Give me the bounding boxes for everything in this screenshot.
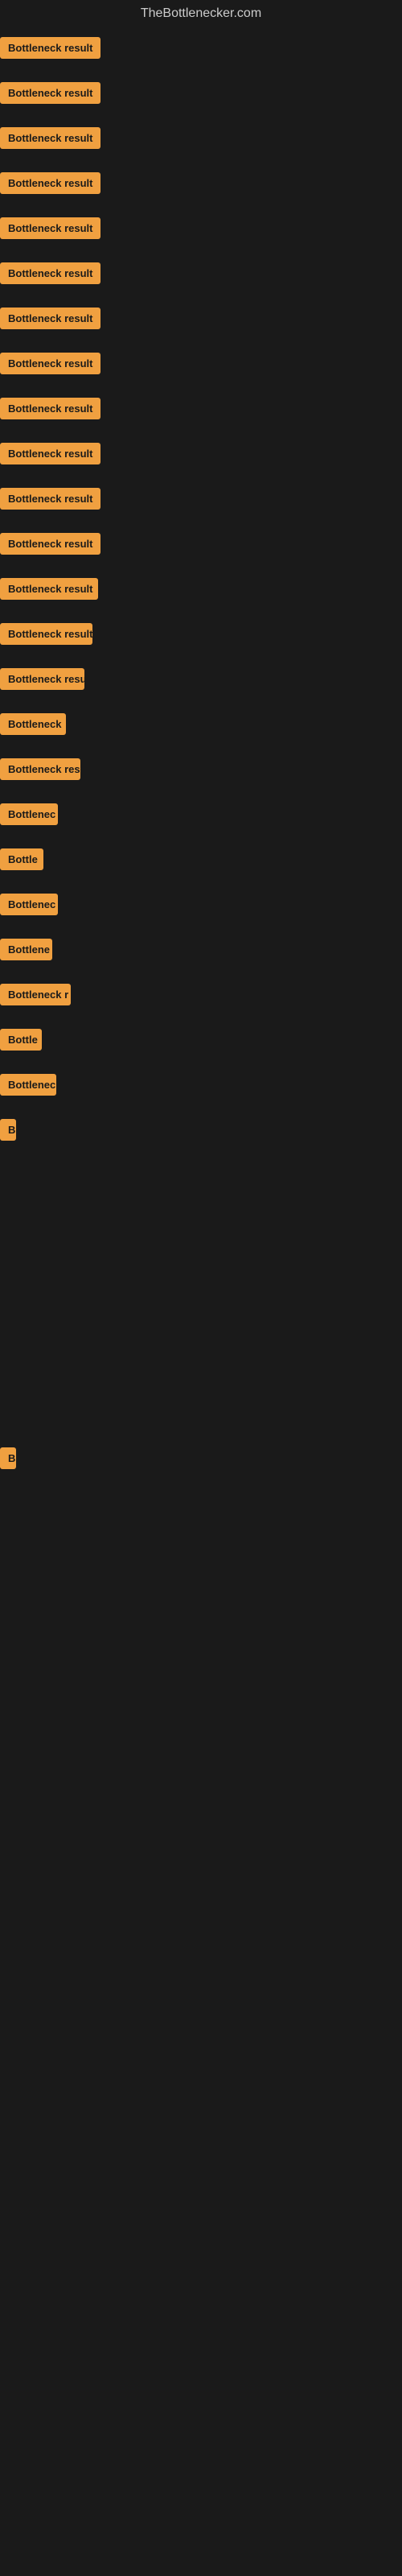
bottleneck-item-9[interactable]: Bottleneck result [0,388,402,433]
bottleneck-item-20[interactable]: Bottlenec [0,884,402,929]
bottleneck-badge-3[interactable]: Bottleneck result [0,127,100,149]
bottleneck-item-11[interactable]: Bottleneck result [0,478,402,523]
bottleneck-badge-2[interactable]: Bottleneck result [0,82,100,104]
bottleneck-badge-16[interactable]: Bottleneck [0,713,66,735]
bottleneck-item-1[interactable]: Bottleneck result [0,27,402,72]
bottleneck-item-21[interactable]: Bottlene [0,929,402,974]
bottleneck-badge-19[interactable]: Bottle [0,848,43,870]
items-container: Bottleneck result Bottleneck result Bottle… [0,27,402,1837]
bottleneck-item-4[interactable]: Bottleneck result [0,163,402,208]
bottleneck-item-17[interactable]: Bottleneck res [0,749,402,794]
bottleneck-item-7[interactable]: Bottleneck result [0,298,402,343]
bottleneck-badge-7[interactable]: Bottleneck result [0,308,100,329]
bottleneck-item-2[interactable]: Bottleneck result [0,72,402,118]
bottleneck-item-15[interactable]: Bottleneck resu [0,658,402,704]
bottleneck-item-31 [0,1483,402,1554]
bottleneck-badge-9[interactable]: Bottleneck result [0,398,100,419]
bottleneck-badge-8[interactable]: Bottleneck result [0,353,100,374]
bottleneck-item-5[interactable]: Bottleneck result [0,208,402,253]
bottleneck-item-13[interactable]: Bottleneck result [0,568,402,613]
bottleneck-item-25[interactable]: B [0,1109,402,1154]
bottleneck-badge-1[interactable]: Bottleneck result [0,37,100,59]
bottleneck-item-19[interactable]: Bottle [0,839,402,884]
bottleneck-badge-25[interactable]: B [0,1119,16,1141]
bottleneck-item-34 [0,1695,402,1766]
bottleneck-badge-20[interactable]: Bottlenec [0,894,58,915]
bottleneck-item-30[interactable]: B [0,1438,402,1483]
bottleneck-badge-6[interactable]: Bottleneck result [0,262,100,284]
bottleneck-badge-18[interactable]: Bottlenec [0,803,58,825]
bottleneck-badge-14[interactable]: Bottleneck result [0,623,92,645]
bottleneck-badge-11[interactable]: Bottleneck result [0,488,100,510]
bottleneck-item-28 [0,1296,402,1367]
bottleneck-badge-30[interactable]: B [0,1447,16,1469]
bottleneck-item-16[interactable]: Bottleneck [0,704,402,749]
bottleneck-badge-15[interactable]: Bottleneck resu [0,668,84,690]
bottleneck-badge-23[interactable]: Bottle [0,1029,42,1051]
bottleneck-item-6[interactable]: Bottleneck result [0,253,402,298]
bottleneck-item-23[interactable]: Bottle [0,1019,402,1064]
bottleneck-item-12[interactable]: Bottleneck result [0,523,402,568]
bottleneck-item-35 [0,1766,402,1837]
bottleneck-badge-22[interactable]: Bottleneck r [0,984,71,1005]
bottleneck-item-18[interactable]: Bottlenec [0,794,402,839]
bottleneck-item-14[interactable]: Bottleneck result [0,613,402,658]
bottleneck-item-22[interactable]: Bottleneck r [0,974,402,1019]
bottleneck-badge-24[interactable]: Bottlenec [0,1074,56,1096]
bottleneck-item-33 [0,1624,402,1695]
bottleneck-item-8[interactable]: Bottleneck result [0,343,402,388]
bottleneck-item-27 [0,1225,402,1296]
page-wrapper: TheBottlenecker.com Bottleneck resultBot… [0,0,402,2576]
bottleneck-badge-4[interactable]: Bottleneck result [0,172,100,194]
bottleneck-badge-12[interactable]: Bottleneck result [0,533,100,555]
bottleneck-badge-10[interactable]: Bottleneck result [0,443,100,464]
bottleneck-badge-13[interactable]: Bottleneck result [0,578,98,600]
bottleneck-item-10[interactable]: Bottleneck result [0,433,402,478]
bottleneck-item-29 [0,1367,402,1438]
site-title: TheBottlenecker.com [0,0,402,27]
bottleneck-item-24[interactable]: Bottlenec [0,1064,402,1109]
bottleneck-badge-5[interactable]: Bottleneck result [0,217,100,239]
bottleneck-item-26 [0,1154,402,1225]
bottleneck-badge-17[interactable]: Bottleneck res [0,758,80,780]
bottleneck-badge-21[interactable]: Bottlene [0,939,52,960]
bottleneck-item-32 [0,1554,402,1624]
bottleneck-item-3[interactable]: Bottleneck result [0,118,402,163]
